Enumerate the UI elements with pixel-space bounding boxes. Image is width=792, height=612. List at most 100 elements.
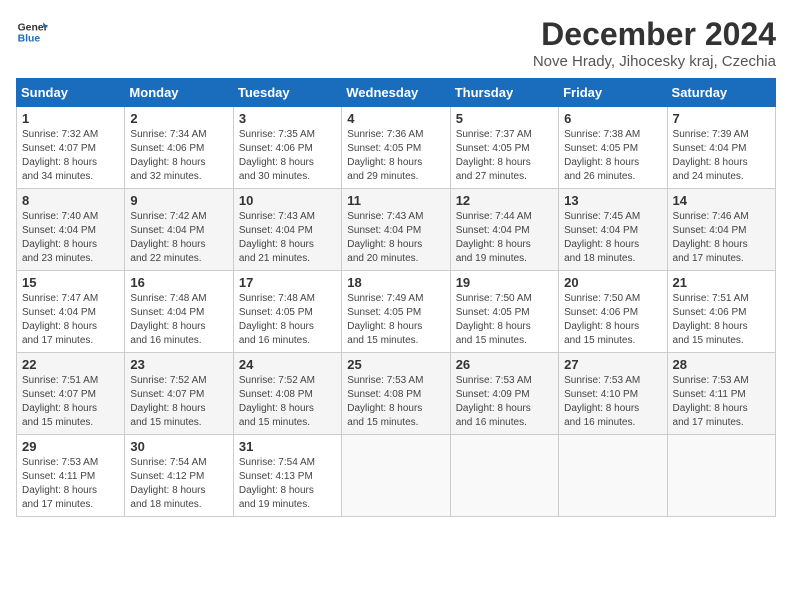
day-info: Sunrise: 7:49 AM Sunset: 4:05 PM Dayligh… <box>347 292 444 348</box>
day-number: 22 <box>22 357 119 372</box>
table-row <box>559 435 667 517</box>
day-info: Sunrise: 7:52 AM Sunset: 4:08 PM Dayligh… <box>239 374 336 430</box>
col-saturday: Saturday <box>667 79 775 107</box>
table-row: 28 Sunrise: 7:53 AM Sunset: 4:11 PM Dayli… <box>667 353 775 435</box>
table-row: 27 Sunrise: 7:53 AM Sunset: 4:10 PM Dayli… <box>559 353 667 435</box>
day-number: 3 <box>239 111 336 126</box>
day-number: 9 <box>130 193 227 208</box>
day-info: Sunrise: 7:53 AM Sunset: 4:09 PM Dayligh… <box>456 374 553 430</box>
calendar-week-row: 8 Sunrise: 7:40 AM Sunset: 4:04 PM Daylig… <box>17 189 776 271</box>
table-row: 11Sunrise: 7:43 AM Sunset: 4:04 PM Dayli… <box>342 189 450 271</box>
day-number: 11 <box>347 193 444 208</box>
table-row <box>450 435 558 517</box>
day-info: Sunrise: 7:48 AM Sunset: 4:04 PM Dayligh… <box>130 292 227 348</box>
table-row: 2 Sunrise: 7:34 AM Sunset: 4:06 PM Daylig… <box>125 107 233 189</box>
day-number: 25 <box>347 357 444 372</box>
day-number: 30 <box>130 439 227 454</box>
table-row: 12Sunrise: 7:44 AM Sunset: 4:04 PM Dayli… <box>450 189 558 271</box>
day-number: 13 <box>564 193 661 208</box>
table-row: 10Sunrise: 7:43 AM Sunset: 4:04 PM Dayli… <box>233 189 341 271</box>
day-info: Sunrise: 7:39 AM Sunset: 4:04 PM Dayligh… <box>673 128 770 184</box>
day-number: 10 <box>239 193 336 208</box>
day-info: Sunrise: 7:54 AM Sunset: 4:13 PM Dayligh… <box>239 456 336 512</box>
table-row: 4 Sunrise: 7:36 AM Sunset: 4:05 PM Daylig… <box>342 107 450 189</box>
table-row: 21Sunrise: 7:51 AM Sunset: 4:06 PM Dayli… <box>667 271 775 353</box>
table-row: 8 Sunrise: 7:40 AM Sunset: 4:04 PM Daylig… <box>17 189 125 271</box>
day-info: Sunrise: 7:53 AM Sunset: 4:10 PM Dayligh… <box>564 374 661 430</box>
day-info: Sunrise: 7:44 AM Sunset: 4:04 PM Dayligh… <box>456 210 553 266</box>
table-row: 30 Sunrise: 7:54 AM Sunset: 4:12 PM Dayli… <box>125 435 233 517</box>
day-info: Sunrise: 7:50 AM Sunset: 4:05 PM Dayligh… <box>456 292 553 348</box>
table-row: 16 Sunrise: 7:48 AM Sunset: 4:04 PM Dayli… <box>125 271 233 353</box>
day-number: 18 <box>347 275 444 290</box>
table-row: 14 Sunrise: 7:46 AM Sunset: 4:04 PM Dayli… <box>667 189 775 271</box>
table-row: 18 Sunrise: 7:49 AM Sunset: 4:05 PM Dayli… <box>342 271 450 353</box>
table-row <box>667 435 775 517</box>
calendar-week-row: 22 Sunrise: 7:51 AM Sunset: 4:07 PM Dayli… <box>17 353 776 435</box>
day-info: Sunrise: 7:46 AM Sunset: 4:04 PM Dayligh… <box>673 210 770 266</box>
col-tuesday: Tuesday <box>233 79 341 107</box>
table-row: 25Sunrise: 7:53 AM Sunset: 4:08 PM Dayli… <box>342 353 450 435</box>
day-info: Sunrise: 7:48 AM Sunset: 4:05 PM Dayligh… <box>239 292 336 348</box>
col-thursday: Thursday <box>450 79 558 107</box>
day-number: 16 <box>130 275 227 290</box>
day-number: 14 <box>673 193 770 208</box>
table-row: 31 Sunrise: 7:54 AM Sunset: 4:13 PM Dayli… <box>233 435 341 517</box>
day-number: 7 <box>673 111 770 126</box>
day-number: 17 <box>239 275 336 290</box>
day-number: 23 <box>130 357 227 372</box>
main-title: December 2024 <box>533 16 776 53</box>
col-wednesday: Wednesday <box>342 79 450 107</box>
table-row: 7 Sunrise: 7:39 AM Sunset: 4:04 PM Daylig… <box>667 107 775 189</box>
day-number: 8 <box>22 193 119 208</box>
day-number: 1 <box>22 111 119 126</box>
day-info: Sunrise: 7:32 AM Sunset: 4:07 PM Dayligh… <box>22 128 119 184</box>
day-info: Sunrise: 7:45 AM Sunset: 4:04 PM Dayligh… <box>564 210 661 266</box>
day-number: 31 <box>239 439 336 454</box>
table-row: 5Sunrise: 7:37 AM Sunset: 4:05 PM Daylig… <box>450 107 558 189</box>
day-info: Sunrise: 7:50 AM Sunset: 4:06 PM Dayligh… <box>564 292 661 348</box>
col-monday: Monday <box>125 79 233 107</box>
table-row: 26 Sunrise: 7:53 AM Sunset: 4:09 PM Dayli… <box>450 353 558 435</box>
table-row: 1 Sunrise: 7:32 AM Sunset: 4:07 PM Daylig… <box>17 107 125 189</box>
day-info: Sunrise: 7:47 AM Sunset: 4:04 PM Dayligh… <box>22 292 119 348</box>
table-row: 23 Sunrise: 7:52 AM Sunset: 4:07 PM Dayli… <box>125 353 233 435</box>
subtitle: Nove Hrady, Jihocesky kraj, Czechia <box>533 53 776 70</box>
day-number: 29 <box>22 439 119 454</box>
day-number: 15 <box>22 275 119 290</box>
day-info: Sunrise: 7:35 AM Sunset: 4:06 PM Dayligh… <box>239 128 336 184</box>
day-info: Sunrise: 7:42 AM Sunset: 4:04 PM Dayligh… <box>130 210 227 266</box>
table-row: 6 Sunrise: 7:38 AM Sunset: 4:05 PM Daylig… <box>559 107 667 189</box>
day-info: Sunrise: 7:52 AM Sunset: 4:07 PM Dayligh… <box>130 374 227 430</box>
day-number: 4 <box>347 111 444 126</box>
day-info: Sunrise: 7:36 AM Sunset: 4:05 PM Dayligh… <box>347 128 444 184</box>
table-row: 19Sunrise: 7:50 AM Sunset: 4:05 PM Dayli… <box>450 271 558 353</box>
calendar-week-row: 29 Sunrise: 7:53 AM Sunset: 4:11 PM Dayli… <box>17 435 776 517</box>
day-info: Sunrise: 7:34 AM Sunset: 4:06 PM Dayligh… <box>130 128 227 184</box>
day-number: 21 <box>673 275 770 290</box>
day-number: 28 <box>673 357 770 372</box>
day-info: Sunrise: 7:53 AM Sunset: 4:11 PM Dayligh… <box>673 374 770 430</box>
page-header: General Blue December 2024 Nove Hrady, J… <box>16 16 776 70</box>
table-row: 9 Sunrise: 7:42 AM Sunset: 4:04 PM Daylig… <box>125 189 233 271</box>
table-row: 3 Sunrise: 7:35 AM Sunset: 4:06 PM Daylig… <box>233 107 341 189</box>
day-number: 2 <box>130 111 227 126</box>
day-info: Sunrise: 7:40 AM Sunset: 4:04 PM Dayligh… <box>22 210 119 266</box>
calendar-week-row: 15 Sunrise: 7:47 AM Sunset: 4:04 PM Dayli… <box>17 271 776 353</box>
logo: General Blue <box>16 16 48 48</box>
table-row: 15 Sunrise: 7:47 AM Sunset: 4:04 PM Dayli… <box>17 271 125 353</box>
table-row: 24Sunrise: 7:52 AM Sunset: 4:08 PM Dayli… <box>233 353 341 435</box>
col-friday: Friday <box>559 79 667 107</box>
day-info: Sunrise: 7:38 AM Sunset: 4:05 PM Dayligh… <box>564 128 661 184</box>
day-info: Sunrise: 7:51 AM Sunset: 4:07 PM Dayligh… <box>22 374 119 430</box>
day-info: Sunrise: 7:53 AM Sunset: 4:11 PM Dayligh… <box>22 456 119 512</box>
table-row: 29 Sunrise: 7:53 AM Sunset: 4:11 PM Dayli… <box>17 435 125 517</box>
day-number: 5 <box>456 111 553 126</box>
day-info: Sunrise: 7:54 AM Sunset: 4:12 PM Dayligh… <box>130 456 227 512</box>
day-number: 20 <box>564 275 661 290</box>
day-number: 27 <box>564 357 661 372</box>
title-block: December 2024 Nove Hrady, Jihocesky kraj… <box>533 16 776 70</box>
day-number: 6 <box>564 111 661 126</box>
day-number: 26 <box>456 357 553 372</box>
calendar-header-row: Sunday Monday Tuesday Wednesday Thursday… <box>17 79 776 107</box>
